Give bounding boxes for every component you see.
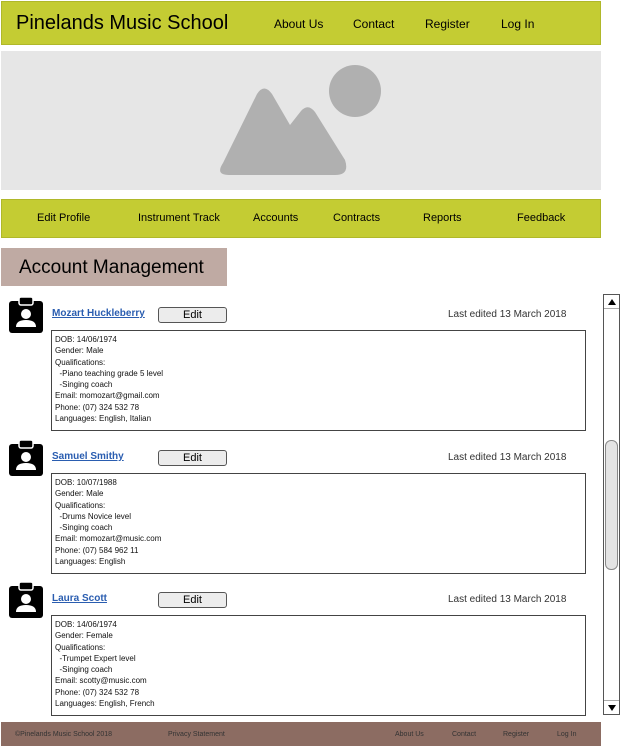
- detail-line: Phone: (07) 324 532 78: [55, 687, 140, 697]
- edit-button[interactable]: Edit: [158, 450, 227, 466]
- footer-nav-contact[interactable]: Contact: [452, 731, 476, 738]
- arrow-down-icon: [607, 704, 616, 711]
- subnav-accounts[interactable]: Accounts: [253, 212, 298, 224]
- account-card: Samuel Smithy Edit Last edited 13 March …: [1, 439, 599, 579]
- subnav-instrument-track[interactable]: Instrument Track: [138, 212, 220, 224]
- detail-line: Email: scotty@music.com: [55, 676, 147, 686]
- detail-line: Phone: (07) 324 532 78: [55, 402, 140, 412]
- footer-nav-log-in[interactable]: Log In: [557, 731, 576, 738]
- scrollbar-thumb[interactable]: [605, 440, 618, 570]
- arrow-up-icon: [607, 298, 616, 305]
- detail-line: Languages: English, Italian: [55, 414, 152, 424]
- account-subnav: Edit Profile Instrument Track Accounts C…: [1, 199, 601, 238]
- detail-line: Qualifications:: [55, 357, 106, 367]
- detail-line: DOB: 14/06/1974: [55, 620, 117, 629]
- subnav-edit-profile[interactable]: Edit Profile: [37, 212, 90, 224]
- detail-line: Phone: (07) 584 962 11: [55, 545, 139, 555]
- edit-button[interactable]: Edit: [158, 307, 227, 323]
- last-edited-text: Last edited 13 March 2018: [448, 594, 567, 605]
- account-details-box: DOB: 14/06/1974 Gender: Male Qualificati…: [51, 330, 586, 431]
- account-card: Laura Scott Edit Last edited 13 March 20…: [1, 581, 599, 721]
- nav-about-us[interactable]: About Us: [274, 17, 323, 31]
- footer-copyright: ©Pinelands Music School 2018: [15, 731, 112, 738]
- detail-line: -Singing coach: [55, 523, 113, 533]
- last-edited-text: Last edited 13 March 2018: [448, 452, 567, 463]
- detail-line: Languages: English: [55, 557, 126, 567]
- image-placeholder-icon: [220, 65, 381, 175]
- clipboard-user-icon: [9, 581, 43, 618]
- clipboard-user-icon: [9, 439, 43, 476]
- detail-line: Qualifications:: [55, 642, 106, 652]
- scroll-up-button[interactable]: [604, 295, 619, 309]
- detail-line: Languages: English, French: [55, 699, 155, 709]
- site-header: Pinelands Music School About Us Contact …: [1, 1, 601, 45]
- account-name-link[interactable]: Laura Scott: [52, 593, 107, 604]
- detail-line: Email: momozart@music.com: [55, 534, 162, 544]
- section-title-box: Account Management: [1, 248, 227, 286]
- site-footer: ©Pinelands Music School 2018 Privacy Sta…: [1, 722, 601, 746]
- detail-line: -Piano teaching grade 5 level: [55, 368, 164, 378]
- nav-register[interactable]: Register: [425, 17, 470, 31]
- footer-nav-register[interactable]: Register: [503, 731, 529, 738]
- account-card: Mozart Huckleberry Edit Last edited 13 M…: [1, 296, 599, 436]
- detail-line: Gender: Female: [55, 631, 113, 641]
- detail-line: DOB: 10/07/1988: [55, 478, 117, 487]
- hero-banner: [1, 51, 601, 190]
- account-name-link[interactable]: Mozart Huckleberry: [52, 308, 145, 319]
- page-title: Account Management: [19, 257, 204, 278]
- edit-button[interactable]: Edit: [158, 592, 227, 608]
- scroll-down-button[interactable]: [604, 700, 619, 714]
- detail-line: DOB: 14/06/1974: [55, 335, 117, 344]
- clipboard-user-icon: [9, 296, 43, 333]
- detail-line: Gender: Male: [55, 489, 104, 499]
- detail-line: -Trumpet Expert level: [55, 653, 136, 663]
- detail-line: Gender: Male: [55, 346, 104, 356]
- detail-line: Email: momozart@gmail.com: [55, 391, 160, 401]
- nav-log-in[interactable]: Log In: [501, 17, 534, 31]
- subnav-feedback[interactable]: Feedback: [517, 212, 565, 224]
- footer-privacy-link[interactable]: Privacy Statement: [168, 731, 225, 738]
- vertical-scrollbar[interactable]: [603, 294, 620, 715]
- subnav-contracts[interactable]: Contracts: [333, 212, 380, 224]
- site-title[interactable]: Pinelands Music School: [16, 12, 228, 35]
- account-details-box: DOB: 14/06/1974 Gender: Female Qualifica…: [51, 615, 586, 716]
- account-name-link[interactable]: Samuel Smithy: [52, 451, 124, 462]
- detail-line: -Singing coach: [55, 665, 113, 675]
- detail-line: -Drums Novice level: [55, 511, 132, 521]
- subnav-reports[interactable]: Reports: [423, 212, 462, 224]
- last-edited-text: Last edited 13 March 2018: [448, 309, 567, 320]
- account-details-box: DOB: 10/07/1988 Gender: Male Qualificati…: [51, 473, 586, 574]
- footer-nav-about-us[interactable]: About Us: [395, 731, 424, 738]
- detail-line: -Singing coach: [55, 380, 113, 390]
- nav-contact[interactable]: Contact: [353, 17, 394, 31]
- detail-line: Qualifications:: [55, 500, 106, 510]
